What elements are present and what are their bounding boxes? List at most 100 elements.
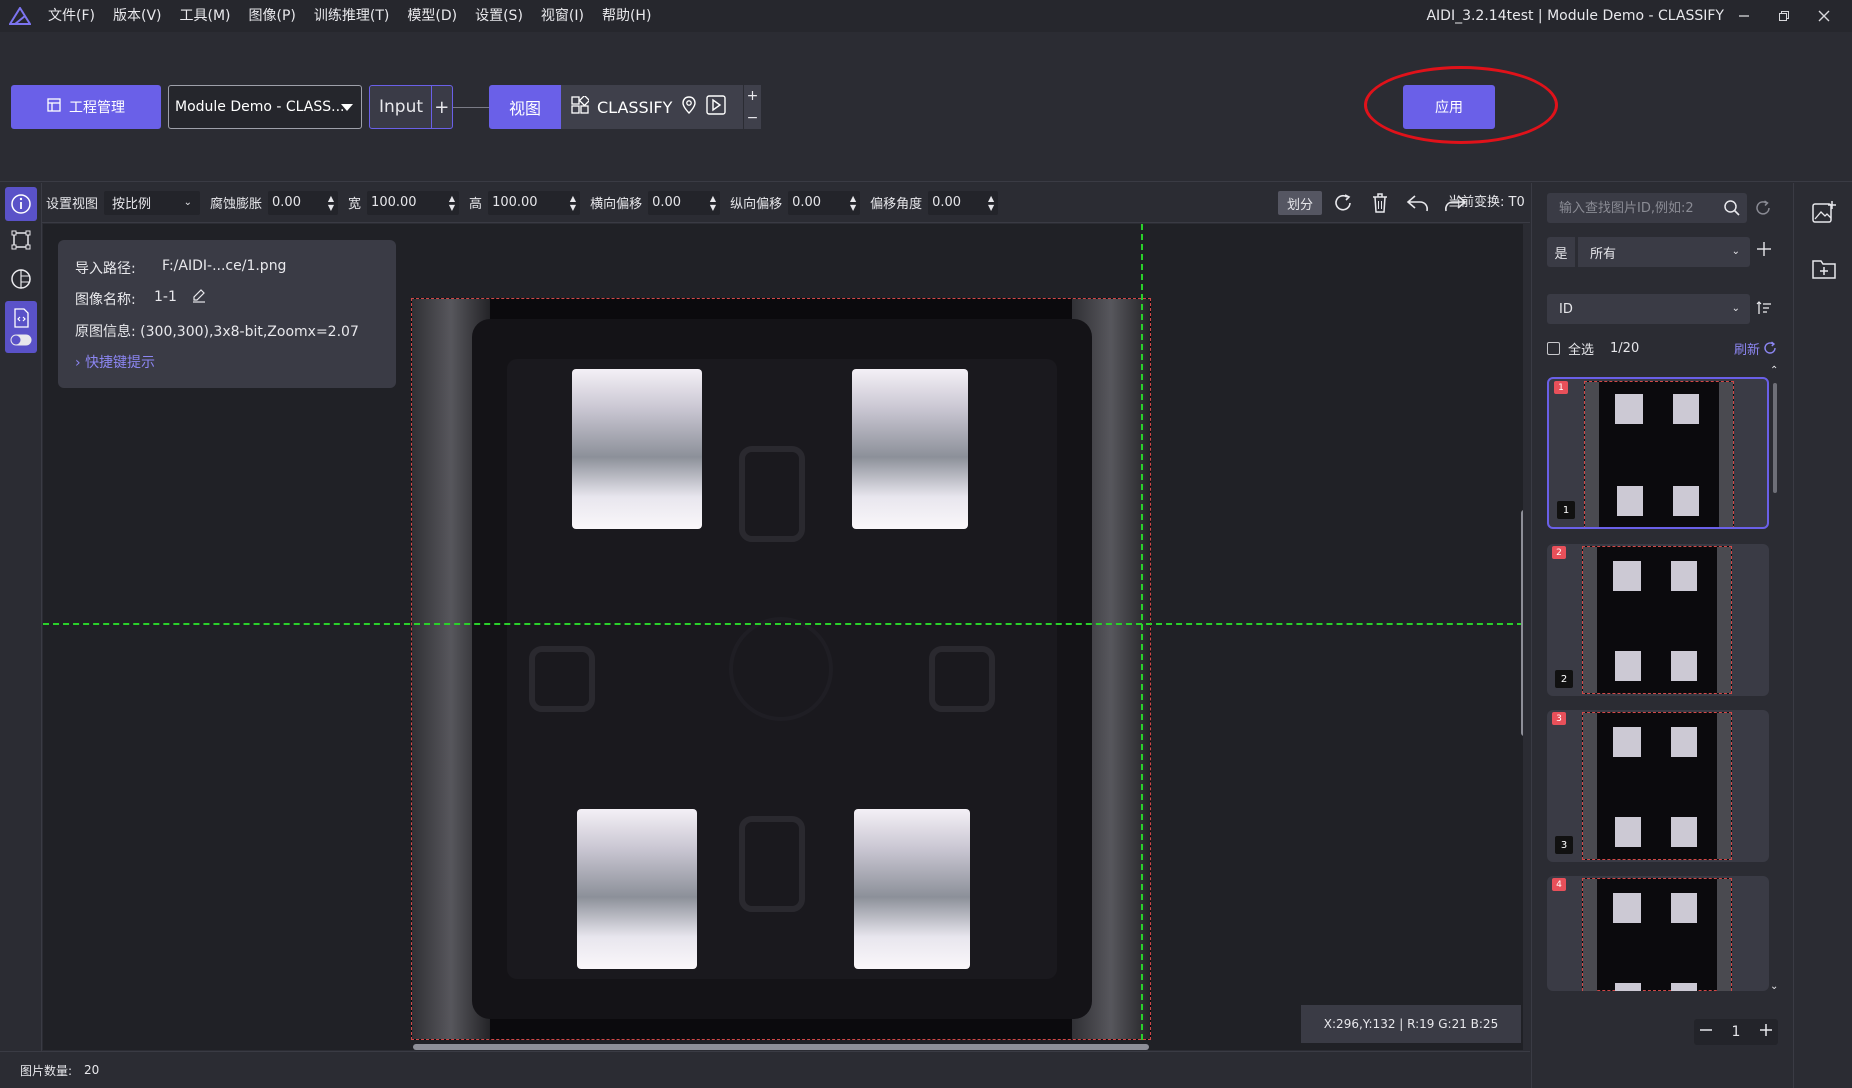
select-all-label: 全选 xyxy=(1568,342,1595,358)
filter-prefix: 是 xyxy=(1547,237,1575,267)
menu-help[interactable]: 帮助(H) xyxy=(593,0,660,32)
scroll-bottom-icon[interactable]: ⌄ xyxy=(1770,981,1778,992)
filter-select[interactable]: 所有 ⌄ xyxy=(1578,237,1750,267)
page-next-button[interactable] xyxy=(1758,1022,1774,1042)
image-frame[interactable] xyxy=(411,298,1151,1040)
grid-icon xyxy=(571,94,591,118)
classify-node[interactable]: CLASSIFY xyxy=(561,85,743,129)
gallery-scrollbar[interactable] xyxy=(1773,383,1777,493)
menu-settings[interactable]: 设置(S) xyxy=(466,0,532,32)
thumbnail-flag: 2 xyxy=(1552,546,1566,559)
search-icon[interactable] xyxy=(1723,199,1741,217)
angle-value: 0.00 xyxy=(932,195,962,210)
pipeline-bar: 工程管理 Module Demo - CLASS... Input + 视图 C… xyxy=(0,32,1852,182)
page-number[interactable]: 1 xyxy=(1732,1024,1741,1040)
menu-file[interactable]: 文件(F) xyxy=(40,0,104,32)
thumbnail-number: 1 xyxy=(1557,501,1575,519)
zoom-in-button[interactable]: + xyxy=(747,88,759,104)
info-icon[interactable] xyxy=(5,187,37,221)
chevron-down-icon: ⌄ xyxy=(1731,303,1740,314)
page-prev-button[interactable] xyxy=(1698,1022,1714,1042)
code-view-toggle[interactable] xyxy=(5,301,37,353)
select-all-checkbox[interactable] xyxy=(1547,341,1560,355)
sort-value: ID xyxy=(1559,301,1573,317)
thumbnail-number: 3 xyxy=(1555,836,1573,854)
spin-arrows-icon[interactable]: ▲ ▼ xyxy=(570,194,576,212)
source-info: 原图信息: (300,300),3x8-bit,Zoomx=2.07 xyxy=(75,324,359,340)
location-pin-icon[interactable] xyxy=(680,95,698,119)
split-button[interactable]: 划分 xyxy=(1278,191,1322,215)
project-management-button[interactable]: 工程管理 xyxy=(11,85,161,129)
thumbnail-card[interactable]: 3 3 xyxy=(1547,710,1769,862)
minimize-icon[interactable] xyxy=(1724,0,1764,32)
shortcut-toggle[interactable]: › 快捷键提示 xyxy=(75,352,155,372)
thumbnail-card[interactable]: 4 xyxy=(1547,876,1769,991)
scroll-top-icon[interactable]: ⌃ xyxy=(1770,365,1778,376)
add-image-icon[interactable] xyxy=(1810,199,1838,227)
spin-arrows-icon[interactable]: ▲ ▼ xyxy=(449,194,455,212)
h-offset-label: 横向偏移 xyxy=(590,197,643,212)
selection-count: 1/20 xyxy=(1610,340,1640,356)
canvas-toolbar: 设置视图 按比例 ⌄ 腐蚀膨胀 0.00 ▲ ▼ 宽 100.00 ▲ ▼ 高 10… xyxy=(42,183,1530,223)
input-node[interactable]: Input + xyxy=(369,85,453,129)
add-filter-icon[interactable] xyxy=(1756,241,1772,257)
crop-icon[interactable] xyxy=(5,223,37,257)
angle-input[interactable]: 0.00 ▲ ▼ xyxy=(928,190,999,215)
menu-train-infer[interactable]: 训练推理(T) xyxy=(305,0,398,32)
image-count-value: 20 xyxy=(84,1063,100,1077)
node-zoom-controls: + − xyxy=(743,85,761,129)
classify-node-label: CLASSIFY xyxy=(597,97,673,117)
reset-search-icon[interactable] xyxy=(1754,199,1772,217)
edit-icon[interactable] xyxy=(191,287,207,307)
page-stepper: 1 xyxy=(1694,1019,1778,1045)
h-offset-input[interactable]: 0.00 ▲ ▼ xyxy=(648,190,721,215)
project-select[interactable]: Module Demo - CLASS... xyxy=(168,85,362,129)
vertical-scrollbar[interactable] xyxy=(1521,510,1523,736)
coordinate-readout: X:296,Y:132 | R:19 G:21 B:25 xyxy=(1301,1005,1521,1043)
search-input[interactable] xyxy=(1547,193,1717,223)
menu-model[interactable]: 模型(D) xyxy=(398,0,466,32)
thumbnail-flag: 3 xyxy=(1552,712,1566,725)
delete-icon[interactable] xyxy=(1367,191,1393,215)
menu-tools[interactable]: 工具(M) xyxy=(171,0,240,32)
window-title: AIDI_3.2.14test | Module Demo - CLASSIFY xyxy=(1426,8,1724,24)
horizontal-scrollbar[interactable] xyxy=(413,1044,1149,1050)
sort-order-icon[interactable] xyxy=(1756,300,1772,316)
thumbnail-card[interactable]: 1 1 xyxy=(1547,377,1769,529)
import-folder-icon[interactable] xyxy=(1810,255,1838,283)
left-toolbar xyxy=(0,183,42,1051)
close-icon[interactable] xyxy=(1804,0,1844,32)
rotate-icon[interactable] xyxy=(1330,191,1356,215)
menu-version[interactable]: 版本(V) xyxy=(104,0,171,32)
zoom-out-button[interactable]: − xyxy=(747,110,759,126)
image-canvas[interactable]: 导入路径: F:/AIDI-...ce/1.png 图像名称: 1-1 原图信息… xyxy=(43,224,1523,1050)
spin-arrows-icon[interactable]: ▲ ▼ xyxy=(328,194,334,212)
width-input[interactable]: 100.00 ▲ ▼ xyxy=(367,190,460,215)
sort-select[interactable]: ID ⌄ xyxy=(1547,294,1750,324)
erode-label: 腐蚀膨胀 xyxy=(210,197,263,212)
refresh-button[interactable]: 刷新 xyxy=(1734,339,1777,358)
menu-window[interactable]: 视窗(I) xyxy=(532,0,593,32)
erode-input[interactable]: 0.00 ▲ ▼ xyxy=(268,190,339,215)
restore-icon[interactable] xyxy=(1764,0,1804,32)
height-label: 高 xyxy=(469,197,483,212)
play-icon[interactable] xyxy=(706,95,727,119)
scale-mode-select[interactable]: 按比例 ⌄ xyxy=(104,190,201,215)
refresh-icon xyxy=(1764,341,1776,354)
vertical-guide-line[interactable] xyxy=(1141,224,1143,1050)
view-node[interactable]: 视图 xyxy=(489,85,561,129)
v-offset-input[interactable]: 0.00 ▲ ▼ xyxy=(788,190,861,215)
undo-icon[interactable] xyxy=(1405,191,1431,215)
h-offset-value: 0.00 xyxy=(652,195,682,210)
contrast-icon[interactable] xyxy=(5,262,37,296)
chevron-down-icon: ⌄ xyxy=(1731,246,1740,257)
spin-arrows-icon[interactable]: ▲ ▼ xyxy=(850,194,856,212)
add-node-button[interactable]: + xyxy=(430,86,452,128)
menu-image[interactable]: 图像(P) xyxy=(240,0,305,32)
spin-arrows-icon[interactable]: ▲ ▼ xyxy=(710,194,716,212)
image-info-panel: 导入路径: F:/AIDI-...ce/1.png 图像名称: 1-1 原图信息… xyxy=(58,240,396,388)
height-input[interactable]: 100.00 ▲ ▼ xyxy=(488,190,581,215)
thumbnail-card[interactable]: 2 2 xyxy=(1547,544,1769,696)
horizontal-guide-line[interactable] xyxy=(43,623,1523,625)
spin-arrows-icon[interactable]: ▲ ▼ xyxy=(988,194,994,212)
